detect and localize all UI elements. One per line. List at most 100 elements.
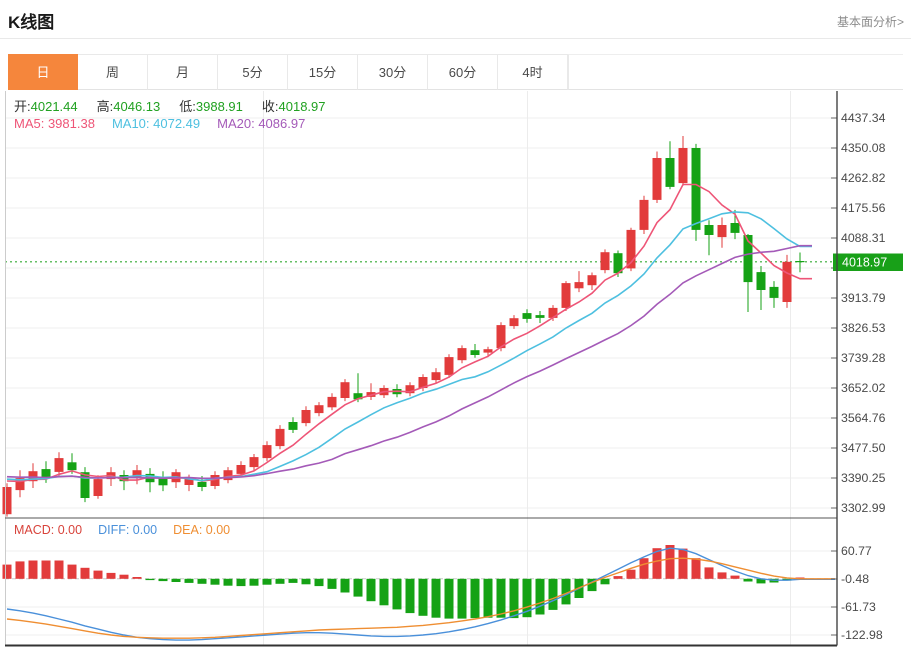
macd-hist-bar <box>744 579 753 582</box>
macd-hist-bar <box>484 579 493 618</box>
fundamental-analysis-link[interactable]: 基本面分析> <box>837 13 904 30</box>
macd-hist-bar <box>601 579 610 585</box>
candle-body <box>783 262 792 302</box>
candle-body <box>770 287 779 298</box>
macd-item-macd: MACD: 0.00 <box>14 523 82 537</box>
price-tick-label: 3390.25 <box>841 471 886 485</box>
ma5-line <box>7 185 812 482</box>
macd-hist-bar <box>250 579 259 586</box>
candle-body <box>536 315 545 318</box>
candle-body <box>601 252 610 270</box>
tab-日[interactable]: 日 <box>8 54 78 90</box>
macd-tick-label: 60.77 <box>841 544 872 558</box>
macd-hist-bar <box>133 577 142 579</box>
tab-4时[interactable]: 4时 <box>498 54 568 90</box>
macd-hist-bar <box>211 579 220 585</box>
macd-hist-bar <box>640 558 649 579</box>
macd-hist-bar <box>354 579 363 597</box>
macd-hist-bar <box>419 579 428 616</box>
header-divider <box>0 38 911 39</box>
candle-body <box>341 382 350 398</box>
macd-hist-bar <box>107 573 116 579</box>
price-tick-label: 3826.53 <box>841 321 886 335</box>
macd-hist-bar <box>68 565 77 579</box>
ma-item-ma20: MA20: 4086.97 <box>217 116 305 131</box>
high-value: 4046.13 <box>113 99 160 114</box>
ohlc-legend: 开:4021.44 高:4046.13 低:3988.91 收:4018.97 <box>14 96 326 115</box>
tab-月[interactable]: 月 <box>148 54 218 90</box>
candle-body <box>3 487 12 514</box>
candle-body <box>640 200 649 230</box>
macd-hist-bar <box>302 579 311 585</box>
macd-hist-bar <box>445 579 454 619</box>
candle-body <box>718 225 727 237</box>
tab-周[interactable]: 周 <box>78 54 148 90</box>
ma20-line <box>7 246 812 479</box>
macd-hist-bar <box>289 579 298 583</box>
ma-item-ma10: MA10: 4072.49 <box>112 116 200 131</box>
candle-body <box>315 405 324 413</box>
price-tick-label: 3564.76 <box>841 411 886 425</box>
macd-tick-label: -122.98 <box>841 628 883 642</box>
macd-hist-bar <box>120 575 129 579</box>
candle-body <box>289 422 298 430</box>
macd-tick-label: -0.48 <box>841 572 869 586</box>
macd-item-diff: DIFF: 0.00 <box>98 523 157 537</box>
price-tick-label: 4175.56 <box>841 201 886 215</box>
candle-body <box>42 469 51 477</box>
candle-body <box>562 283 571 308</box>
candle-body <box>692 148 701 230</box>
price-tick-label: 3302.99 <box>841 501 886 515</box>
ma-item-ma5: MA5: 3981.38 <box>14 116 95 131</box>
low-label: 低: <box>179 99 196 114</box>
macd-hist-bar <box>315 579 324 586</box>
ma-legend: MA5: 3981.38 MA10: 4072.49 MA20: 4086.97 <box>14 116 305 131</box>
macd-hist-bar <box>406 579 415 613</box>
candle-body <box>588 275 597 285</box>
macd-hist-bar <box>237 579 246 586</box>
macd-hist-bar <box>458 579 467 619</box>
candle-body <box>198 482 207 487</box>
price-tick-label: 3739.28 <box>841 351 886 365</box>
macd-hist-bar <box>718 572 727 578</box>
tab-5分[interactable]: 5分 <box>218 54 288 90</box>
price-tick-label: 4437.34 <box>841 111 886 125</box>
candle-body <box>68 462 77 470</box>
open-value: 4021.44 <box>31 99 78 114</box>
candle-body <box>666 158 675 187</box>
tab-30分[interactable]: 30分 <box>358 54 428 90</box>
price-tick-label: 3913.79 <box>841 291 886 305</box>
macd-hist-bar <box>614 576 623 579</box>
macd-hist-bar <box>692 558 701 579</box>
macd-tick-label: -61.73 <box>841 600 876 614</box>
macd-hist-bar <box>94 571 103 579</box>
tabstrip-filler <box>568 54 903 90</box>
macd-legend: MACD: 0.00DIFF: 0.00DEA: 0.00 <box>14 523 230 537</box>
macd-hist-bar <box>731 576 740 579</box>
price-tick-label: 4262.82 <box>841 171 886 185</box>
macd-hist-bar <box>172 579 181 582</box>
tab-15分[interactable]: 15分 <box>288 54 358 90</box>
close-label: 收: <box>262 99 279 114</box>
candle-body <box>796 261 805 262</box>
macd-hist-bar <box>42 561 51 579</box>
close-value: 4018.97 <box>279 99 326 114</box>
candle-body <box>276 429 285 446</box>
macd-hist-bar <box>432 579 441 618</box>
macd-hist-bar <box>276 579 285 584</box>
candle-body <box>523 313 532 319</box>
macd-hist-bar <box>263 579 272 585</box>
macd-hist-bar <box>471 579 480 618</box>
price-tick-label: 3477.50 <box>841 441 886 455</box>
price-tick-label: 4088.31 <box>841 231 886 245</box>
candle-body <box>458 348 467 360</box>
candle-body <box>237 465 246 474</box>
tab-60分[interactable]: 60分 <box>428 54 498 90</box>
macd-hist-bar <box>55 561 64 579</box>
candle-body <box>471 350 480 355</box>
macd-hist-bar <box>367 579 376 601</box>
macd-hist-bar <box>536 579 545 615</box>
candle-body <box>445 357 454 375</box>
candle-body <box>679 148 688 183</box>
candle-body <box>250 457 259 467</box>
